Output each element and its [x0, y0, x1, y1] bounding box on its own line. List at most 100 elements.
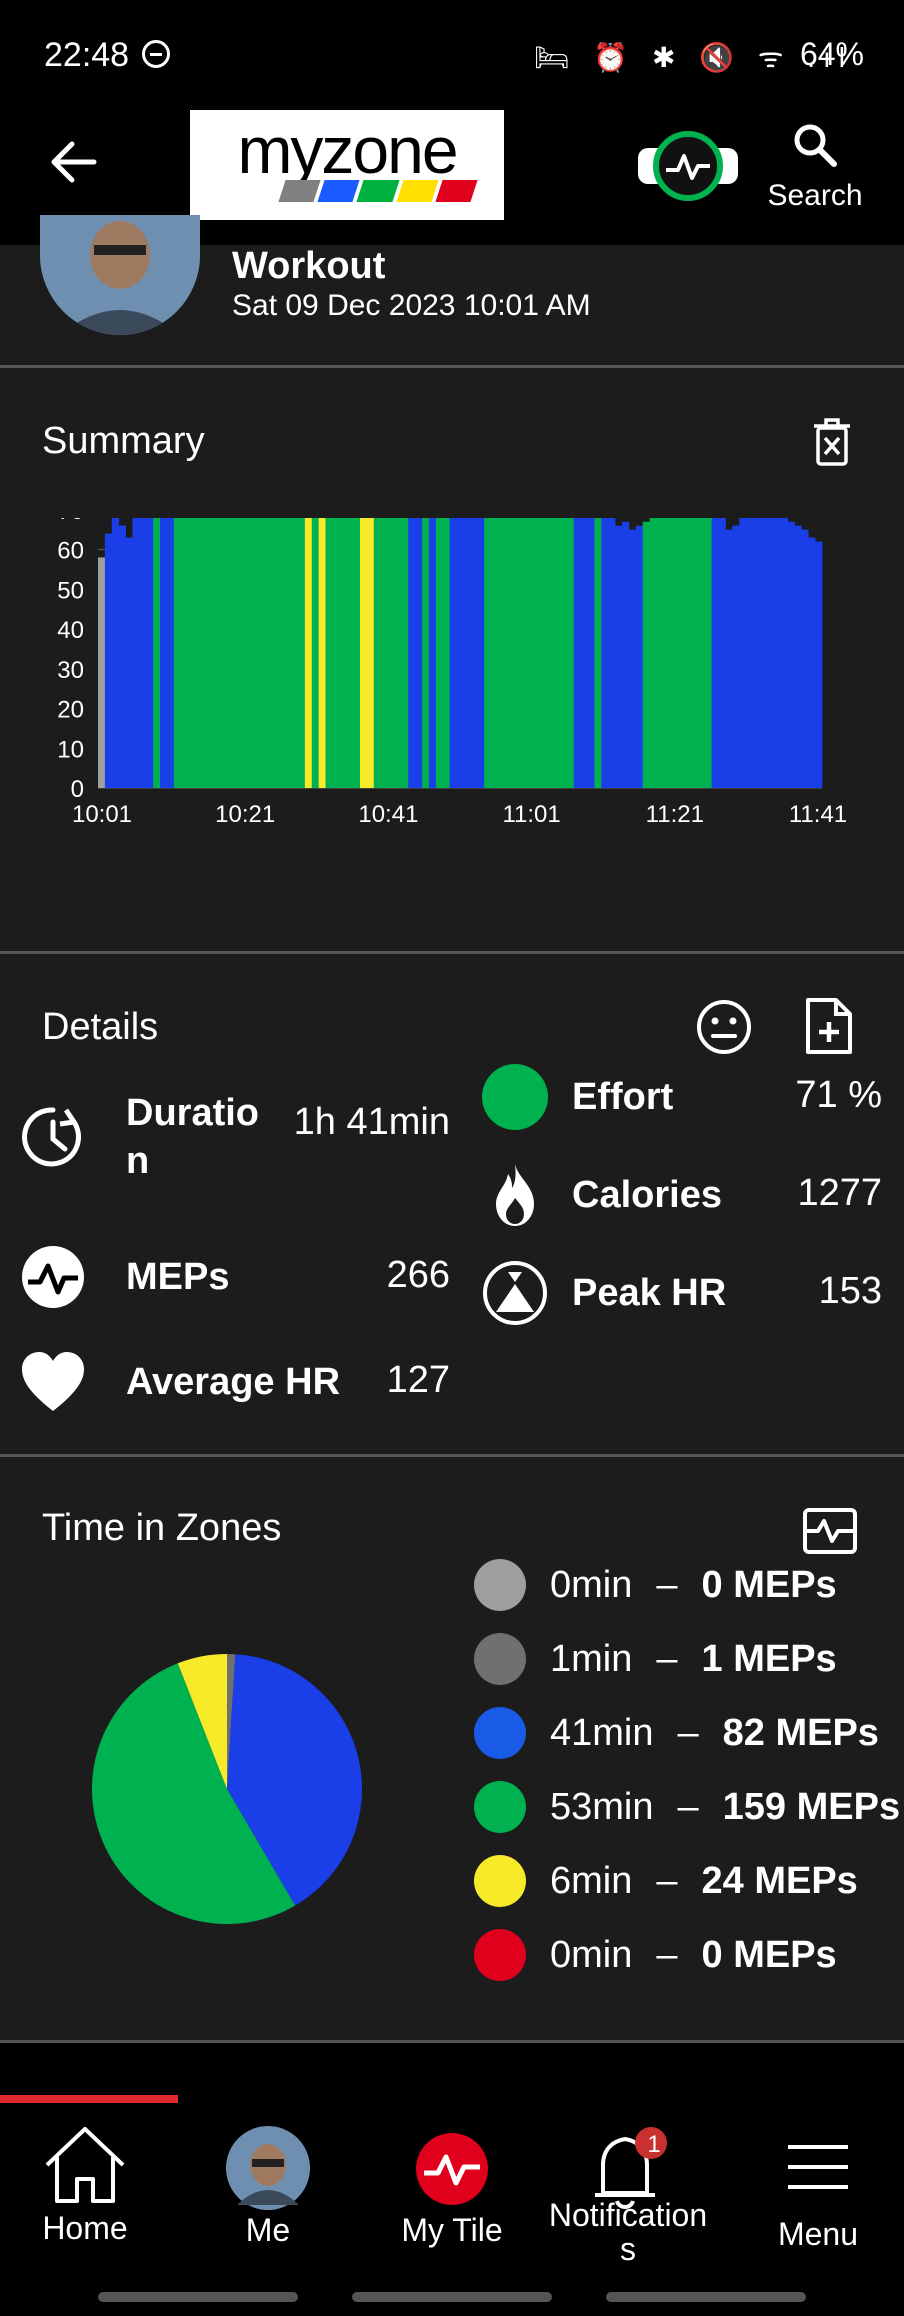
mood-face-icon[interactable]	[696, 999, 752, 1055]
belt-connection-icon[interactable]	[636, 130, 740, 202]
zone-color-dot	[474, 1929, 526, 1981]
chart-bar	[553, 518, 561, 788]
chart-bar	[477, 518, 485, 788]
flame-icon	[496, 1164, 534, 1226]
chart-bar	[222, 518, 230, 788]
chart-bar	[422, 518, 430, 788]
notification-badge: 1	[647, 2131, 661, 2158]
nav-menu[interactable]: Menu	[768, 2125, 868, 2253]
chart-bar	[601, 518, 609, 788]
meps-stat: MEPs 266	[20, 1244, 450, 1310]
chart-bar	[160, 518, 168, 788]
chart-bar	[215, 518, 223, 788]
chart-bar	[808, 537, 816, 788]
chart-bar	[111, 518, 120, 788]
chart-bar	[380, 518, 388, 788]
zone-time: 41min	[550, 1711, 654, 1754]
chart-bar	[704, 518, 713, 788]
peak-hr-label: Peak HR	[572, 1271, 727, 1314]
chart-bar	[780, 518, 788, 788]
zones-pie-chart	[92, 1654, 362, 1924]
x-tick-label: 10:41	[358, 801, 418, 828]
chart-bar	[518, 518, 526, 788]
nav-active-indicator	[0, 2095, 178, 2103]
back-arrow-icon[interactable]	[44, 132, 104, 192]
y-tick-label: 70	[57, 518, 84, 525]
delete-icon[interactable]	[812, 418, 852, 466]
nav-me-label: Me	[245, 2212, 291, 2248]
zone-color-dot	[474, 1781, 526, 1833]
duration-stat: Duratio n 1h 41min	[20, 1089, 450, 1185]
y-tick-label: 0	[71, 776, 84, 803]
zone-time: 6min	[550, 1859, 633, 1902]
zone-color-dot	[474, 1559, 526, 1611]
chart-bar	[125, 537, 133, 788]
chart-bar	[173, 518, 182, 788]
nav-my-tile[interactable]: My Tile	[396, 2125, 508, 2249]
myzone-logo: myzone	[190, 110, 504, 220]
chart-bar	[463, 518, 471, 788]
calories-value: 1277	[797, 1172, 882, 1214]
chart-bar	[401, 518, 409, 788]
chart-bar	[628, 529, 637, 788]
zone-time: 53min	[550, 1785, 654, 1828]
do-not-disturb-icon	[142, 40, 170, 68]
chart-bar	[387, 518, 395, 788]
zone-meps: 0 MEPs	[701, 1933, 837, 1976]
bottom-nav: Home Me My Tile 1 Notification s Menu	[0, 2095, 904, 2316]
calories-stat: Calories 1277	[482, 1162, 882, 1228]
chart-bar	[746, 518, 754, 788]
zone-meps: 1 MEPs	[701, 1637, 837, 1680]
nav-home[interactable]: Home	[30, 2125, 140, 2247]
chart-bar	[435, 518, 444, 788]
nav-notifications[interactable]: 1 Notification s	[540, 2125, 716, 2266]
gesture-bar	[352, 2292, 552, 2302]
effort-stat: Effort 71 %	[482, 1064, 882, 1130]
logo-bar	[356, 180, 400, 202]
nav-home-label: Home	[42, 2210, 128, 2246]
chart-bar	[277, 518, 285, 788]
zone-graph-icon[interactable]	[802, 1507, 858, 1555]
chart-bar	[697, 518, 706, 788]
chart-bar	[311, 518, 320, 788]
chart-bar	[573, 518, 582, 788]
summary-section: Summary 0102030405060708010:0110:2110:41…	[0, 368, 904, 951]
x-tick-label: 11:01	[502, 801, 560, 828]
x-tick-label: 11:21	[646, 801, 704, 828]
chart-bar	[415, 518, 423, 788]
chart-bar	[346, 518, 354, 788]
peak-mountain-icon	[483, 1261, 547, 1325]
zone-row: 6min –24 MEPs	[474, 1855, 858, 1907]
zone-separator: –	[656, 1637, 678, 1680]
chart-bar	[98, 557, 106, 788]
zone-separator: –	[656, 1933, 678, 1976]
x-tick-label: 10:01	[72, 801, 132, 828]
y-tick-label: 40	[57, 617, 84, 644]
zones-title: Time in Zones	[42, 1507, 282, 1549]
zone-row: 0min –0 MEPs	[474, 1929, 837, 1981]
search-button[interactable]: Search	[760, 120, 870, 213]
nav-me[interactable]: Me	[218, 2125, 318, 2249]
chart-bar	[718, 518, 726, 788]
peak-hr-value: 153	[818, 1270, 882, 1312]
logo-bar	[435, 180, 478, 202]
chart-bar	[759, 518, 768, 788]
chart-bar	[546, 518, 554, 788]
add-document-icon[interactable]	[804, 996, 854, 1056]
battery-level: 64%	[799, 36, 864, 72]
nav-menu-label: Menu	[777, 2216, 859, 2252]
my-tile-icon	[416, 2133, 488, 2205]
heart-rate-chart: 0102030405060708010:0110:2110:4111:0111:…	[57, 518, 847, 828]
zone-color-dot	[474, 1855, 526, 1907]
chart-bar	[297, 518, 306, 788]
average-hr-stat: Average HR 127	[20, 1349, 450, 1415]
menu-icon	[788, 2145, 848, 2189]
chart-bar	[739, 518, 747, 788]
chart-bar	[656, 518, 664, 788]
zone-separator: –	[677, 1785, 699, 1828]
chart-bar	[690, 518, 699, 788]
chart-bar	[373, 518, 382, 788]
chart-bar	[187, 518, 195, 788]
effort-zone-icon	[482, 1064, 548, 1130]
zone-row: 41min –82 MEPs	[474, 1707, 879, 1759]
